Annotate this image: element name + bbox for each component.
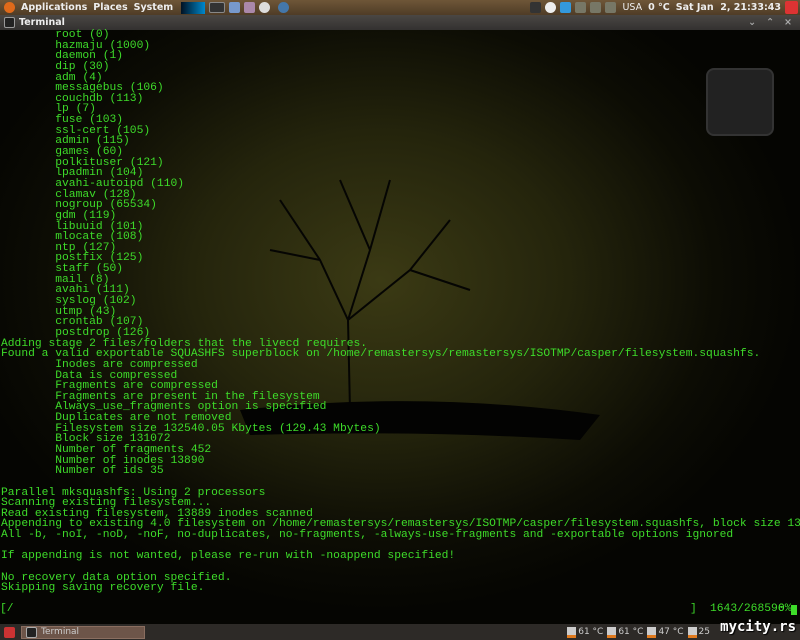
top-panel: Applications Places System USA 0 °C Sat …	[0, 0, 800, 15]
weather-indicator[interactable]: 0 °C	[648, 2, 670, 13]
progress-right: ]	[690, 603, 697, 615]
terminal-line: nogroup (65534)	[1, 199, 157, 212]
menu-system[interactable]: System	[134, 2, 174, 13]
bottom-panel: Terminal 61 °C 61 °C 47 °C 25	[0, 624, 800, 640]
maximize-button[interactable]: ⌃	[766, 17, 774, 28]
thermometer-icon	[647, 626, 657, 638]
terminal-icon	[26, 626, 37, 638]
show-desktop-icon[interactable]	[4, 626, 15, 638]
temp-sensor: 25	[687, 626, 710, 638]
thermometer-icon	[607, 626, 617, 638]
mail-icon[interactable]	[605, 2, 617, 13]
progress-left: [/	[0, 603, 14, 615]
temp-sensor: 47 °C	[647, 626, 684, 638]
terminal-line: syslog (102)	[1, 295, 137, 308]
progress-line: [/] 1643/268596 0%	[0, 603, 800, 615]
thermometer-icon	[567, 626, 577, 638]
temp-value: 47 °C	[658, 627, 684, 637]
terminal-line: Number of ids 35	[1, 465, 164, 478]
terminal-line: gdm (119)	[1, 209, 117, 222]
terminal-line: postdrop (126)	[1, 326, 151, 339]
close-button[interactable]: ×	[784, 17, 792, 28]
terminal-line: dip (30)	[1, 60, 110, 73]
terminal-line: staff (50)	[1, 263, 124, 276]
ball-icon[interactable]	[259, 2, 271, 13]
ubuntu-logo-icon[interactable]	[4, 2, 15, 13]
thermometer-icon	[687, 626, 697, 638]
progress-count: 1643/268596	[710, 603, 785, 615]
terminal-line: mlocate (108)	[1, 231, 144, 244]
minimize-button[interactable]: ⌄	[748, 17, 756, 28]
watermark: mycity.rs	[720, 619, 796, 635]
app-launcher-icon[interactable]	[244, 2, 256, 13]
cursor-app-icon[interactable]	[560, 2, 572, 13]
clock[interactable]: Sat Jan 2, 21:33:43	[676, 2, 781, 13]
temp-value: 61 °C	[618, 627, 644, 637]
volume-icon[interactable]	[590, 2, 602, 13]
temp-value: 61 °C	[578, 627, 604, 637]
clock-applet-icon[interactable]	[545, 2, 557, 13]
terminal-icon	[4, 17, 15, 28]
terminal-area[interactable]: root (0) hazmaju (1000) daemon (1) dip (…	[0, 30, 800, 624]
menu-applications[interactable]: Applications	[21, 2, 87, 13]
browser-icon[interactable]	[278, 2, 290, 13]
temp-sensor: 61 °C	[607, 626, 644, 638]
terminal-line: Inodes are compressed	[1, 358, 198, 371]
terminal-line: daemon (1)	[1, 50, 124, 63]
window-title: Terminal	[19, 17, 65, 28]
terminal-output: root (0) hazmaju (1000) daemon (1) dip (…	[1, 30, 800, 594]
temp-sensor: 61 °C	[567, 626, 604, 638]
bluetooth-icon[interactable]	[575, 2, 587, 13]
taskbar-item-terminal[interactable]: Terminal	[21, 625, 145, 639]
window-titlebar: Terminal ⌄ ⌃ ×	[0, 15, 800, 30]
progress-percent: 0%	[778, 603, 792, 615]
keyboard-layout[interactable]: USA	[622, 2, 642, 13]
temp-value: 25	[698, 627, 710, 637]
menu-places[interactable]: Places	[93, 2, 127, 13]
floppy-icon[interactable]	[229, 2, 241, 13]
taskbar-label: Terminal	[41, 627, 80, 637]
power-icon[interactable]	[785, 1, 798, 14]
cursor	[791, 605, 797, 615]
network-icon[interactable]	[530, 2, 542, 13]
terminal-line: If appending is not wanted, please re-ru…	[1, 550, 456, 563]
terminal-line: Skipping saving recovery file.	[1, 582, 205, 595]
terminal-launcher-icon[interactable]	[209, 2, 226, 13]
system-monitor-icon[interactable]	[181, 1, 206, 14]
terminal-line: couchdb (113)	[1, 92, 144, 105]
terminal-line: All -b, -noI, -noD, -noF, no-duplicates,…	[1, 529, 734, 542]
terminal-line: avahi-autoipd (110)	[1, 177, 185, 190]
